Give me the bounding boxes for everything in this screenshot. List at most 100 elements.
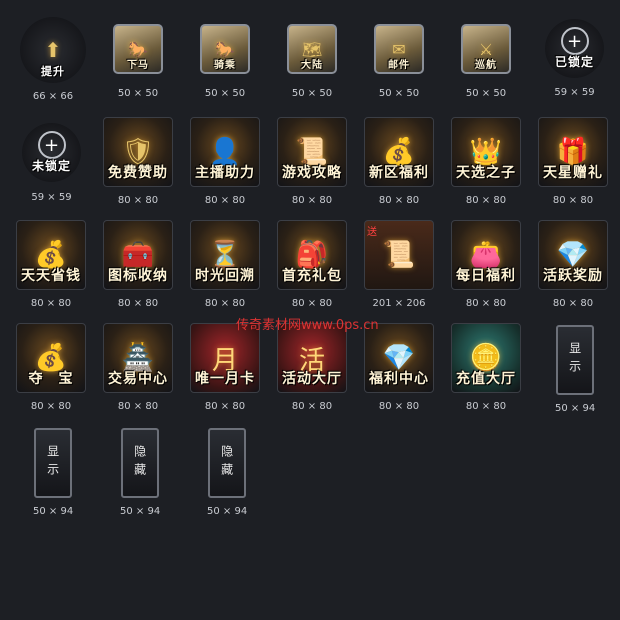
scroll-icon: 📜: [382, 240, 416, 270]
icon-tile-locked: + 已锁定 59 × 59: [545, 19, 604, 98]
activity-reward-icon: 💎 活跃奖励: [538, 220, 608, 290]
icon-tile-hide-2: 隐藏 50 × 94: [207, 428, 247, 517]
icon-label: 下马: [127, 60, 149, 71]
icon-size: 50 × 94: [120, 506, 161, 517]
icon-label: 充值大厅: [456, 371, 516, 387]
icon-tile-daily-savings: 💰 天天省钱 80 × 80: [16, 220, 86, 309]
icon-size: 50 × 50: [117, 88, 159, 99]
icon-tile-hide-1: 隐藏 50 × 94: [120, 428, 160, 517]
icon-tile-show-2: 显示 50 × 94: [33, 428, 73, 517]
icon-label: 免费赞助: [108, 165, 168, 181]
icon-tile-continent: 🗺 大陆 50 × 50: [287, 24, 337, 99]
icon-tile-show-1: 显示 50 × 94: [555, 325, 595, 414]
icon-size: 50 × 94: [555, 403, 596, 414]
plus-icon: +: [560, 27, 589, 55]
star-gift-icon: 🎁 天星赠礼: [538, 117, 608, 187]
toggle-label: 显示: [567, 342, 582, 378]
icon-size: 50 × 94: [33, 506, 74, 517]
icon-label: 交易中心: [108, 371, 168, 387]
icon-label: 天选之子: [456, 165, 516, 181]
icon-size: 59 × 59: [554, 87, 595, 98]
upgrade-icon: ⬆ 提升: [20, 17, 86, 83]
icon-size: 80 × 80: [30, 401, 72, 412]
up-arrow-icon: ⬆: [44, 38, 62, 62]
icon-tile-icon-storage: 🧰 图标收纳 80 × 80: [103, 220, 173, 309]
icon-size: 80 × 80: [291, 298, 333, 309]
icon-size: 80 × 80: [117, 195, 159, 206]
recharge-hall-icon: 🪙 充值大厅: [451, 323, 521, 393]
icon-size: 80 × 80: [117, 401, 159, 412]
icon-tile-event-hall: 活 活动大厅 80 × 80: [277, 323, 347, 412]
toggle-label: 显示: [45, 445, 60, 481]
ride-icon: 🐎 骑乘: [200, 24, 250, 74]
icon-storage-icon: 🧰 图标收纳: [103, 220, 173, 290]
first-recharge-pack-icon: 🎒 首充礼包: [277, 220, 347, 290]
cruise-icon: ⚔ 巡航: [461, 24, 511, 74]
icon-tile-ride: 🐎 骑乘 50 × 50: [200, 24, 250, 99]
icon-tile-chosen-one: 👑 天选之子 80 × 80: [451, 117, 521, 206]
daily-welfare-icon: 👛 每日福利: [451, 220, 521, 290]
show-toggle-icon: 显示: [34, 428, 73, 498]
icon-tile-banner: 送 📜 201 × 206: [364, 220, 434, 309]
toggle-label: 隐藏: [219, 445, 234, 481]
dismount-icon: 🐎 下马: [113, 24, 163, 74]
icon-size: 66 × 66: [32, 91, 74, 102]
icon-tile-recharge-hall: 🪙 充值大厅 80 × 80: [451, 323, 521, 412]
icon-size: 80 × 80: [204, 195, 246, 206]
mail-icon: ✉ 邮件: [374, 24, 424, 74]
icon-size: 80 × 80: [291, 401, 333, 412]
icon-tile-monthly-card: 月 唯一月卡 80 × 80: [190, 323, 260, 412]
icon-tile-cruise: ⚔ 巡航 50 × 50: [461, 24, 511, 99]
icon-tile-welfare-center: 💎 福利中心 80 × 80: [364, 323, 434, 412]
unlocked-icon: + 未锁定: [22, 123, 81, 182]
hide-toggle-icon: 隐藏: [208, 428, 247, 498]
icon-label: 大陆: [301, 60, 323, 71]
icon-size: 50 × 50: [465, 88, 507, 99]
icon-label: 提升: [41, 65, 65, 78]
trade-center-icon: 🏯 交易中心: [103, 323, 173, 393]
icon-tile-streamer-support: 👤 主播助力 80 × 80: [190, 117, 260, 206]
icon-size: 50 × 50: [204, 88, 246, 99]
icon-tile-treasure-hunt: 💰 夺 宝 80 × 80: [16, 323, 86, 412]
icon-label: 图标收纳: [108, 268, 168, 284]
icon-label: 邮件: [388, 60, 410, 71]
icon-label: 天天省钱: [21, 268, 81, 284]
icon-tile-time-rewind: ⏳ 时光回溯 80 × 80: [190, 220, 260, 309]
icon-size: 50 × 94: [207, 506, 248, 517]
icon-tile-unlocked: + 未锁定 59 × 59: [22, 123, 81, 203]
watermark-text: 传奇素材网www.0ps.cn: [236, 318, 379, 333]
show-toggle-icon: 显示: [556, 325, 595, 395]
hide-toggle-icon: 隐藏: [121, 428, 160, 498]
icon-label: 天星赠礼: [543, 165, 603, 181]
daily-savings-icon: 💰 天天省钱: [16, 220, 86, 290]
free-sponsor-icon: 🛡 免费赞助: [103, 117, 173, 187]
icon-label: 活跃奖励: [543, 268, 603, 284]
icon-size: 80 × 80: [204, 298, 246, 309]
icon-tile-star-gift: 🎁 天星赠礼 80 × 80: [538, 117, 608, 206]
icon-tile-game-guide: 📜 游戏攻略 80 × 80: [277, 117, 347, 206]
icon-size: 80 × 80: [378, 195, 420, 206]
icon-size: 80 × 80: [465, 401, 507, 412]
icon-label: 巡航: [475, 60, 497, 71]
chosen-one-icon: 👑 天选之子: [451, 117, 521, 187]
icon-size: 50 × 50: [291, 88, 333, 99]
icon-size: 80 × 80: [465, 195, 507, 206]
icon-tile-daily-welfare: 👛 每日福利 80 × 80: [451, 220, 521, 309]
welfare-center-icon: 💎 福利中心: [364, 323, 434, 393]
icon-label: 每日福利: [456, 268, 516, 284]
icon-label: 活动大厅: [282, 371, 342, 387]
icon-size: 80 × 80: [552, 195, 594, 206]
icon-label: 福利中心: [369, 371, 429, 387]
treasure-hunt-icon: 💰 夺 宝: [16, 323, 86, 393]
plus-icon: +: [37, 131, 66, 159]
icon-tile-new-server-bonus: 💰 新区福利 80 × 80: [364, 117, 434, 206]
icon-label: 时光回溯: [195, 268, 255, 284]
streamer-support-icon: 👤 主播助力: [190, 117, 260, 187]
icon-label: 骑乘: [214, 60, 236, 71]
icon-tile-dismount: 🐎 下马 50 × 50: [113, 24, 163, 99]
icon-size: 201 × 206: [372, 298, 426, 309]
icon-label: 未锁定: [31, 159, 71, 173]
icon-size: 80 × 80: [30, 298, 72, 309]
icon-size: 80 × 80: [291, 195, 333, 206]
icon-tile-trade-center: 🏯 交易中心 80 × 80: [103, 323, 173, 412]
